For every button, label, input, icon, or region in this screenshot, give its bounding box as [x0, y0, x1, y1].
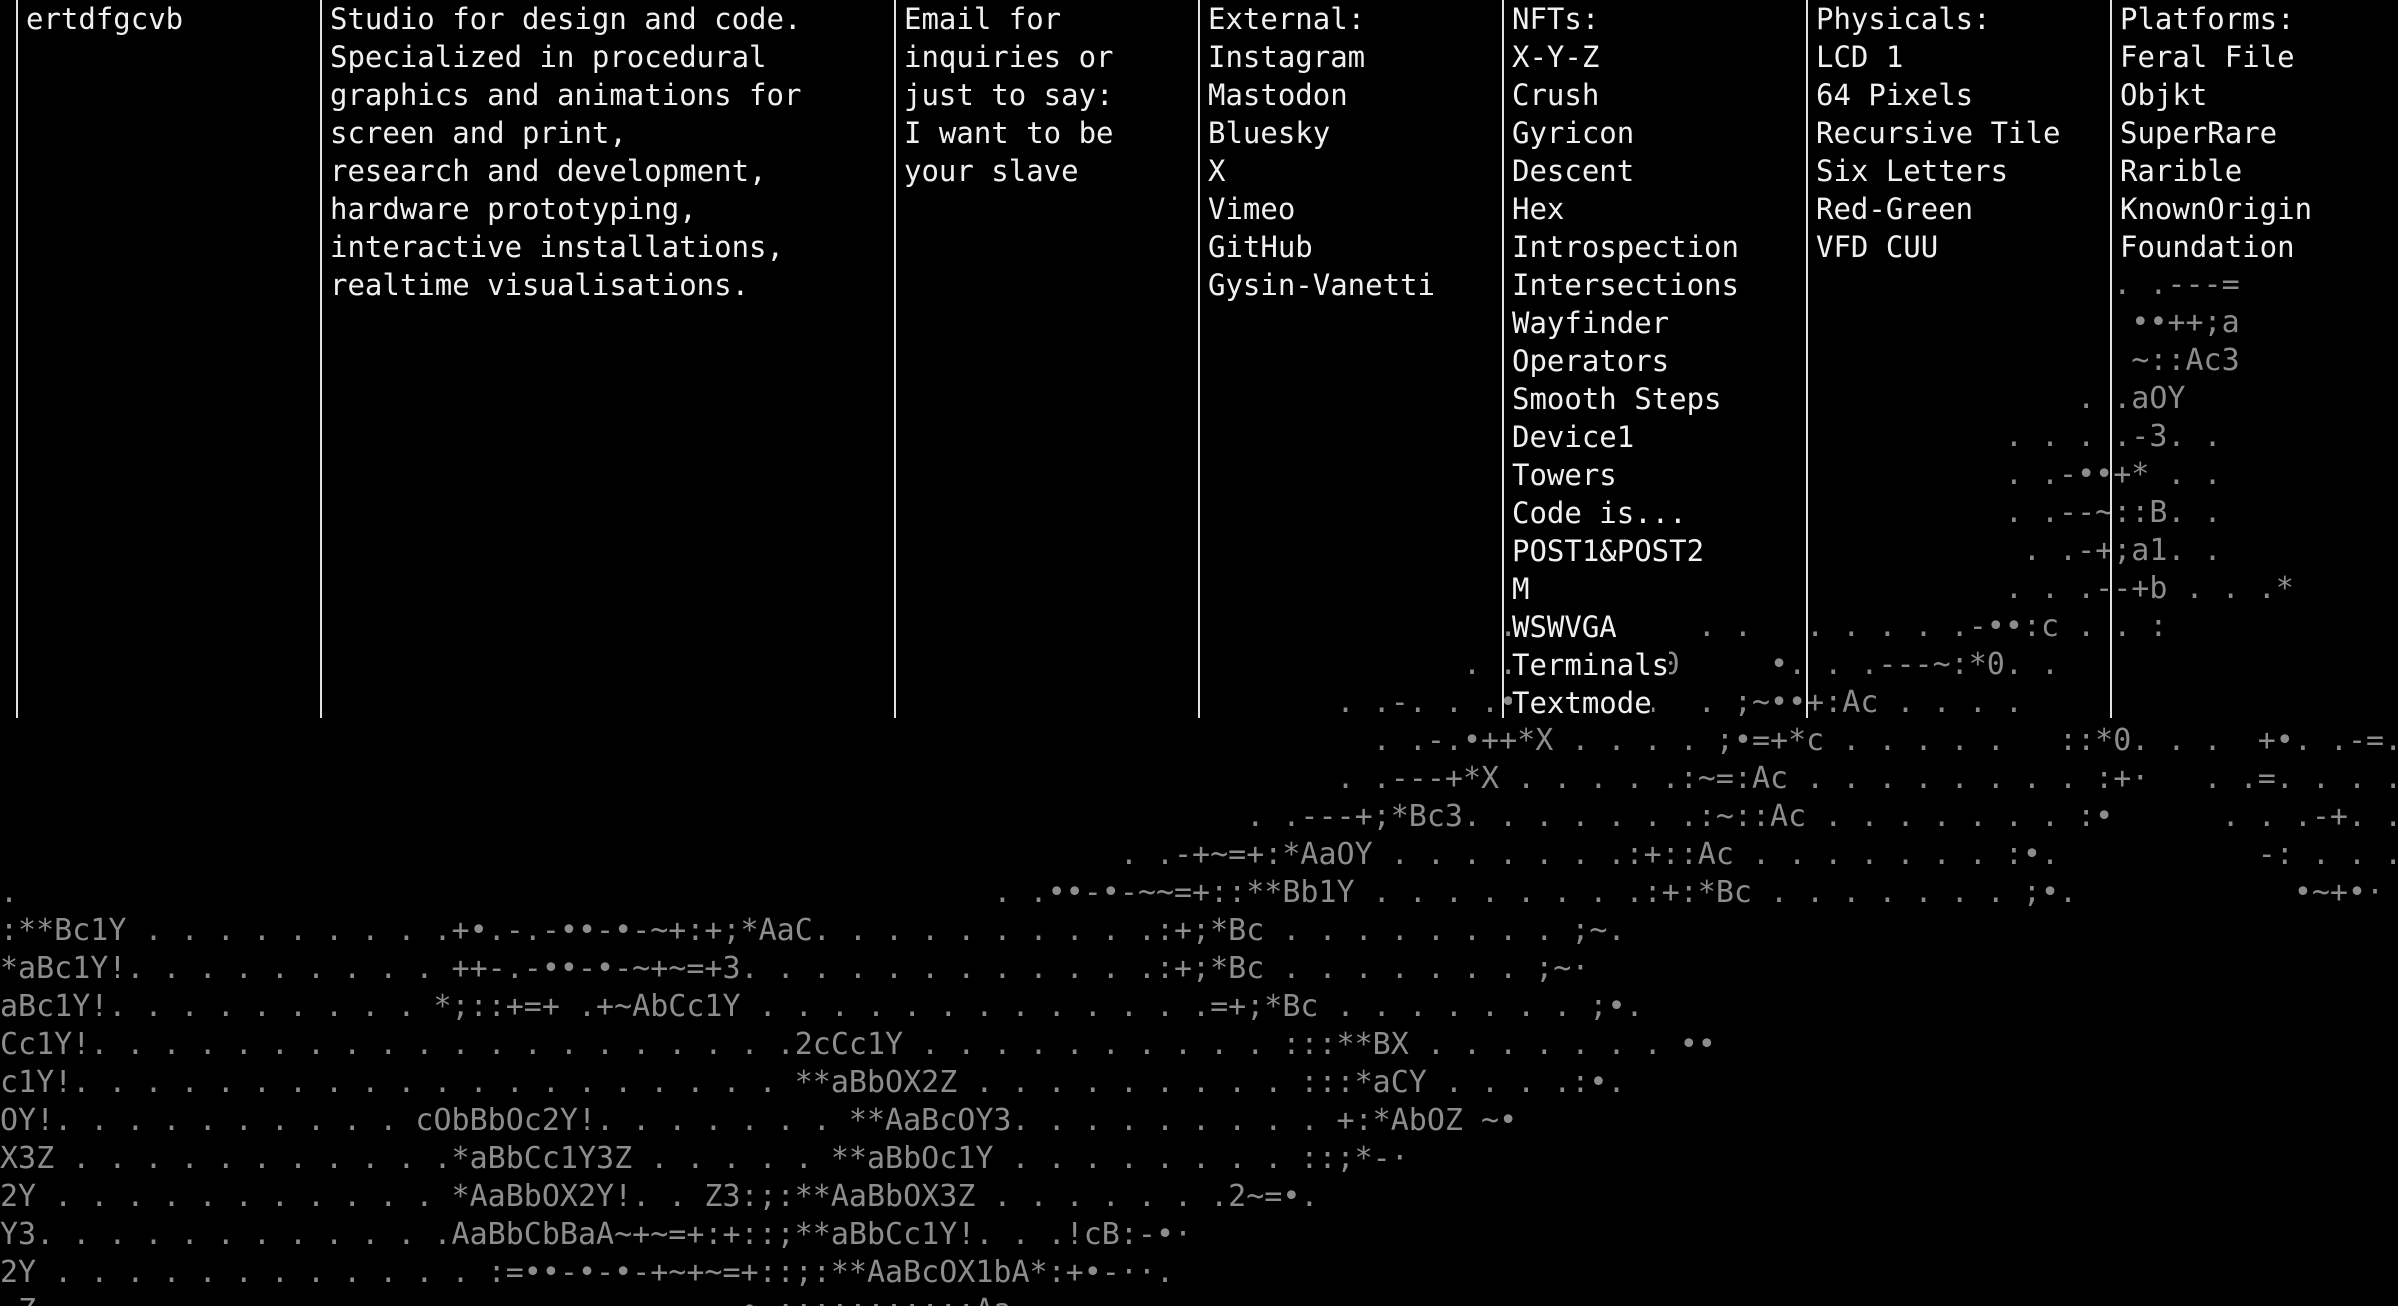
ascii-art-line: X3Z . . . . . . . . . . .*aBbCc1Y3Z . . … — [0, 1141, 1409, 1176]
site-logo-link[interactable]: ertdfgcvb — [26, 0, 322, 38]
nft-link-introspection[interactable]: Introspection — [1512, 230, 1739, 264]
nft-link-textmode[interactable]: Textmode — [1512, 686, 1652, 720]
ascii-art-line: OY!. . . . . . . . . . cObBbOc2Y!. . . .… — [0, 1103, 1518, 1138]
nft-link-smooth-steps[interactable]: Smooth Steps — [1512, 382, 1722, 416]
email-link-line[interactable]: Email for — [904, 0, 1200, 38]
physical-link-lcd-1[interactable]: LCD 1 — [1816, 40, 1904, 74]
ascii-art-line: . . .••-•-~~=+::**Bb1Y . . . . . . . .:+… — [0, 875, 2385, 910]
ascii-art-line: . .---+*X . . . . .:~=:Ac . . . . . . . … — [0, 761, 2398, 796]
about-line: Specialized in procedural — [330, 40, 767, 74]
link-github[interactable]: GitHub — [1208, 230, 1313, 264]
nft-link-descent[interactable]: Descent — [1512, 154, 1635, 188]
nft-link-gyricon[interactable]: Gyricon — [1512, 116, 1635, 150]
nft-link-intersections[interactable]: Intersections — [1512, 268, 1739, 302]
ascii-art-line: . .---+;*Bc3. . . . . . .:~::Ac . . . . … — [0, 799, 2398, 834]
nfts-column: NFTs: X-Y-Z Crush Gyricon Descent Hex In… — [1502, 0, 1808, 720]
about-line: research and development, — [330, 154, 767, 188]
about-line: interactive installations, — [330, 230, 784, 264]
ascii-art-line: c1Y!. . . . . . . . . . . . . . . . . . … — [0, 1065, 1626, 1100]
platform-link-objkt[interactable]: Objkt — [2120, 78, 2208, 112]
ascii-art-line: *aBc1Y!. . . . . . . . . ++-.-••-•-~+~=+… — [0, 951, 1590, 986]
link-bluesky[interactable]: Bluesky — [1208, 116, 1331, 150]
nft-link-towers[interactable]: Towers — [1512, 458, 1617, 492]
nft-link-wswvga[interactable]: WSWVGA — [1512, 610, 1617, 644]
about-line: graphics and animations for — [330, 78, 802, 112]
platform-link-knownorigin[interactable]: KnownOrigin — [2120, 192, 2313, 226]
about-line: hardware prototyping, — [330, 192, 697, 226]
physical-link-64-pixels[interactable]: 64 Pixels — [1816, 78, 1974, 112]
physicals-column: Physicals: LCD 1 64 Pixels Recursive Til… — [1806, 0, 2112, 718]
physicals-heading: Physicals: — [1816, 2, 1991, 36]
link-vimeo[interactable]: Vimeo — [1208, 192, 1296, 226]
nft-link-post1-post2[interactable]: POST1&POST2 — [1512, 534, 1705, 568]
nft-link-crush[interactable]: Crush — [1512, 78, 1600, 112]
physical-link-recursive-tile[interactable]: Recursive Tile — [1816, 116, 2061, 150]
external-links-column: External: Instagram Mastodon Bluesky X V… — [1198, 0, 1504, 718]
ascii-art-line: aBc1Y!. . . . . . . . . *;::+=+ .+~AbCc1… — [0, 989, 1644, 1024]
nft-link-operators[interactable]: Operators — [1512, 344, 1670, 378]
nft-link-terminals[interactable]: Terminals — [1512, 648, 1670, 682]
email-link-line[interactable]: I want to be — [904, 114, 1200, 152]
email-link-line[interactable]: inquiries or — [904, 38, 1200, 76]
brand-column: ertdfgcvb — [16, 0, 322, 718]
ascii-art-line: . .-.•++*X . . . . ;•=+*c . . . . . ::*0… — [0, 723, 2398, 758]
ascii-art-line: Cc1Y!. . . . . . . . . . . . . . . . . .… — [0, 1027, 1716, 1062]
ascii-art-line: 2Y . . . . . . . . . . . *AaBbOX2Y!. . Z… — [0, 1179, 1319, 1214]
platform-link-rarible[interactable]: Rarible — [2120, 154, 2243, 188]
platform-link-feral-file[interactable]: Feral File — [2120, 40, 2295, 74]
about-line: Studio for design and code. — [330, 2, 802, 36]
nft-link-wayfinder[interactable]: Wayfinder — [1512, 306, 1670, 340]
nft-link-hex[interactable]: Hex — [1512, 192, 1565, 226]
platform-link-superrare[interactable]: SuperRare — [2120, 116, 2278, 150]
platforms-heading: Platforms: — [2120, 2, 2295, 36]
link-x[interactable]: X — [1208, 154, 1226, 188]
ascii-art-line: 2Y . . . . . . . . . . . . :=••-•-•-+~+~… — [0, 1255, 1174, 1290]
site-header: ertdfgcvb Studio for design and code. Sp… — [0, 0, 2398, 720]
ascii-art-line: Y3. . . . . . . . . . . .AaBbCbBaA~+~=+:… — [0, 1217, 1193, 1252]
link-mastodon[interactable]: Mastodon — [1208, 78, 1348, 112]
external-heading: External: — [1208, 2, 1366, 36]
about-line: realtime visualisations. — [330, 268, 750, 302]
platform-link-foundation[interactable]: Foundation — [2120, 230, 2295, 264]
contact-column: Email for inquiries or just to say: I wa… — [894, 0, 1200, 718]
about-column: Studio for design and code. Specialized … — [320, 0, 896, 718]
physical-link-red-green[interactable]: Red-Green — [1816, 192, 1974, 226]
physical-link-six-letters[interactable]: Six Letters — [1816, 154, 2009, 188]
nft-link-x-y-z[interactable]: X-Y-Z — [1512, 40, 1600, 74]
about-line: screen and print, — [330, 116, 627, 150]
nfts-heading: NFTs: — [1512, 2, 1600, 36]
link-gysin-vanetti[interactable]: Gysin-Vanetti — [1208, 268, 1435, 302]
link-instagram[interactable]: Instagram — [1208, 40, 1366, 74]
ascii-art-line: . .-+~=+:*AaOY . . . . . . .:+::Ac . . .… — [0, 837, 2398, 872]
ascii-art-line: -Z . . . . . . . . . . . . . . . . . . .… — [0, 1292, 1048, 1306]
platforms-column: Platforms: Feral File Objkt SuperRare Ra… — [2110, 0, 2398, 718]
nft-link-m[interactable]: M — [1512, 572, 1530, 606]
physical-link-vfd-cuu[interactable]: VFD CUU — [1816, 230, 1939, 264]
email-link-line[interactable]: your slave — [904, 152, 1200, 190]
nft-link-device1[interactable]: Device1 — [1512, 420, 1635, 454]
email-link-line[interactable]: just to say: — [904, 76, 1200, 114]
nft-link-code-is[interactable]: Code is... — [1512, 496, 1687, 530]
ascii-art-line: :**Bc1Y . . . . . . . . .+•.-.-••-•-~+:+… — [0, 913, 1626, 948]
